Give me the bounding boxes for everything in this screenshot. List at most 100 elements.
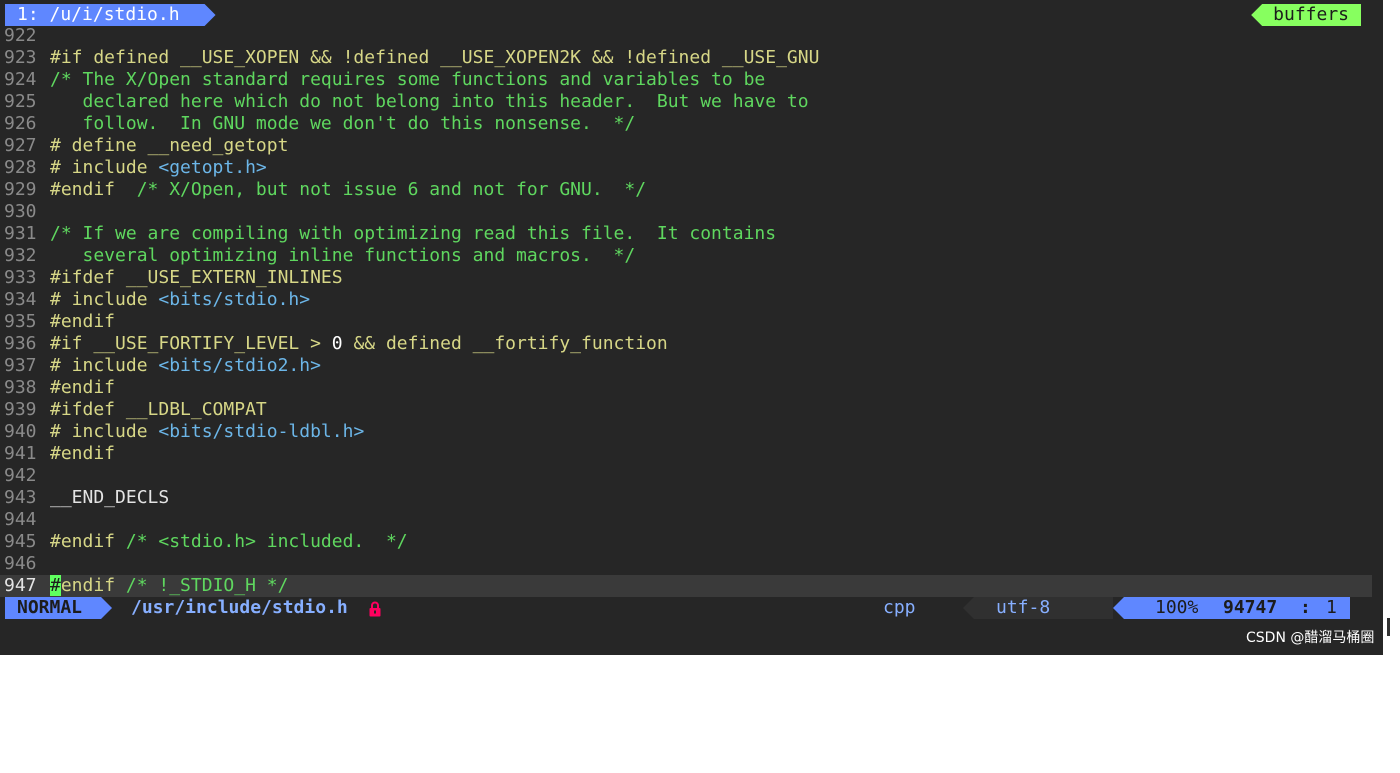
code-token: /* The X/Open standard requires some fun… xyxy=(50,69,766,90)
code-token: /* X/Open, but not issue 6 and not for G… xyxy=(136,179,647,200)
line-number-gutter: 947 xyxy=(4,575,37,596)
line-number-gutter: 932 xyxy=(4,245,37,266)
buffers-label: buffers xyxy=(1251,4,1361,26)
code-line[interactable]: 929 #endif /* X/Open, but not issue 6 and… xyxy=(0,179,1372,201)
code-line[interactable]: 940 # include <bits/stdio-ldbl.h> xyxy=(0,421,1372,443)
line-number-gutter: 925 xyxy=(4,91,37,112)
code-text: # include <bits/stdio.h> xyxy=(50,289,310,311)
code-token: #ifdef __USE_EXTERN_INLINES xyxy=(50,267,343,288)
code-text: /* The X/Open standard requires some fun… xyxy=(50,69,765,91)
code-line[interactable]: 943 __END_DECLS xyxy=(0,487,1372,509)
line-number-gutter: 931 xyxy=(4,223,37,244)
code-text: #if defined __USE_XOPEN && !defined __US… xyxy=(50,47,819,69)
text-cursor-icon xyxy=(1387,618,1390,636)
column-number: 1 xyxy=(1326,597,1337,618)
code-text: several optimizing inline functions and … xyxy=(50,245,636,267)
position-segment: 100% 94747 : 1 xyxy=(1113,597,1350,619)
line-number-gutter: 938 xyxy=(4,377,37,398)
code-token: # include xyxy=(50,355,159,376)
code-line[interactable]: 930 xyxy=(0,201,1372,223)
code-token: /* If we are compiling with optimizing r… xyxy=(50,223,777,244)
code-token: #if defined __USE_XOPEN && !defined __US… xyxy=(50,47,820,68)
code-line[interactable]: 924 /* The X/Open standard requires some … xyxy=(0,69,1372,91)
code-text: # define __need_getopt xyxy=(50,135,288,157)
code-token: endif xyxy=(60,575,126,596)
encoding: utf-8 xyxy=(996,597,1051,618)
code-line[interactable]: 922 xyxy=(0,25,1372,47)
code-token: <bits/stdio-ldbl.h> xyxy=(158,421,365,442)
code-line[interactable]: 932 several optimizing inline functions … xyxy=(0,245,1372,267)
line-number: 94747 xyxy=(1223,597,1278,618)
line-number-gutter: 933 xyxy=(4,267,37,288)
code-line[interactable]: 942 xyxy=(0,465,1372,487)
code-line[interactable]: 931 /* If we are compiling with optimizin… xyxy=(0,223,1372,245)
code-token: /* !_STDIO_H */ xyxy=(125,575,289,596)
code-text: declared here which do not belong into t… xyxy=(50,91,809,113)
line-number-gutter: 945 xyxy=(4,531,37,552)
code-line[interactable]: 946 xyxy=(0,553,1372,575)
code-line[interactable]: 944 xyxy=(0,509,1372,531)
code-token: follow. In GNU mode we don't do this non… xyxy=(50,113,636,134)
code-text: follow. In GNU mode we don't do this non… xyxy=(50,113,636,135)
code-token: #endif xyxy=(50,311,116,332)
code-line[interactable]: 925 declared here which do not belong in… xyxy=(0,91,1372,113)
block-cursor: # xyxy=(50,575,61,596)
code-text: __END_DECLS xyxy=(50,487,169,509)
tabline: 1: /u/i/stdio.h buffers xyxy=(0,4,1372,26)
code-token: #endif xyxy=(50,443,116,464)
code-line[interactable]: 941 #endif xyxy=(0,443,1372,465)
line-number-gutter: 942 xyxy=(4,465,37,486)
code-line[interactable]: 928 # include <getopt.h> xyxy=(0,157,1372,179)
code-line[interactable]: 935 #endif xyxy=(0,311,1372,333)
code-text: #ifdef __LDBL_COMPAT xyxy=(50,399,267,421)
line-number-gutter: 937 xyxy=(4,355,37,376)
filetype: cpp xyxy=(883,597,916,618)
code-text: #endif xyxy=(50,443,115,465)
watermark: CSDN @醋溜马桶圈 xyxy=(1246,630,1375,646)
code-line[interactable]: 923 #if defined __USE_XOPEN && !defined _… xyxy=(0,47,1372,69)
code-token: # include xyxy=(50,157,159,178)
line-number-gutter: 924 xyxy=(4,69,37,90)
code-line[interactable]: 936 #if __USE_FORTIFY_LEVEL > 0 && define… xyxy=(0,333,1372,355)
code-line[interactable]: 926 follow. In GNU mode we don't do this… xyxy=(0,113,1372,135)
code-line[interactable]: 939 #ifdef __LDBL_COMPAT xyxy=(0,399,1372,421)
code-line[interactable]: 945 #endif /* <stdio.h> included. */ xyxy=(0,531,1372,553)
code-line[interactable]: 933 #ifdef __USE_EXTERN_INLINES xyxy=(0,267,1372,289)
line-number-gutter: 923 xyxy=(4,47,37,68)
code-text: #ifdef __USE_EXTERN_INLINES xyxy=(50,267,343,289)
code-token: <bits/stdio2.h> xyxy=(158,355,321,376)
editor-buffer[interactable]: 922 923 #if defined __USE_XOPEN && !define… xyxy=(0,25,1372,597)
line-number-gutter: 928 xyxy=(4,157,37,178)
code-text: /* If we are compiling with optimizing r… xyxy=(50,223,776,245)
readonly-lock-icon xyxy=(369,601,381,617)
code-text: #endif xyxy=(50,377,115,399)
code-token: # include xyxy=(50,289,159,310)
line-number-gutter: 927 xyxy=(4,135,37,156)
code-token: #endif xyxy=(50,179,137,200)
code-line[interactable]: 938 #endif xyxy=(0,377,1372,399)
encoding-segment: utf-8 xyxy=(963,597,1113,619)
code-text: #endif xyxy=(50,311,115,333)
code-text: #endif /* X/Open, but not issue 6 and no… xyxy=(50,179,646,201)
code-line[interactable]: 937 # include <bits/stdio2.h> xyxy=(0,355,1372,377)
code-token: __END_DECLS xyxy=(50,487,170,508)
code-line[interactable]: 927 # define __need_getopt xyxy=(0,135,1372,157)
line-number-gutter: 946 xyxy=(4,553,37,574)
tab-stdio[interactable]: 1: /u/i/stdio.h xyxy=(5,4,216,26)
current-code-line[interactable]: 947 #endif /* !_STDIO_H */ xyxy=(0,575,1372,597)
code-line[interactable]: 934 # include <bits/stdio.h> xyxy=(0,289,1372,311)
code-token: /* <stdio.h> included. */ xyxy=(125,531,408,552)
scroll-percent: 100% xyxy=(1155,597,1199,618)
line-number-gutter: 930 xyxy=(4,201,37,222)
code-text: #endif /* !_STDIO_H */ xyxy=(50,575,288,597)
code-token: declared here which do not belong into t… xyxy=(50,91,809,112)
code-token: <bits/stdio.h> xyxy=(158,289,311,310)
code-token: #if __USE_FORTIFY_LEVEL > xyxy=(50,333,332,354)
position-separator: : xyxy=(1300,597,1311,618)
line-number-gutter: 944 xyxy=(4,509,37,530)
line-number-gutter: 935 xyxy=(4,311,37,332)
line-number-gutter: 934 xyxy=(4,289,37,310)
code-token: # define __need_getopt xyxy=(50,135,289,156)
statusline: NORMAL /usr/include/stdio.h cpp utf-8 10… xyxy=(5,597,1372,619)
code-token: several optimizing inline functions and … xyxy=(50,245,636,266)
